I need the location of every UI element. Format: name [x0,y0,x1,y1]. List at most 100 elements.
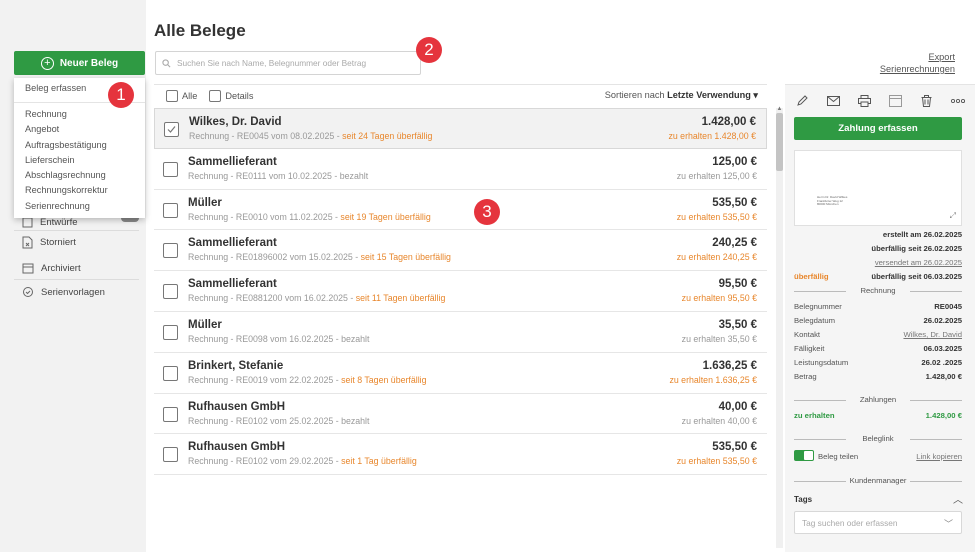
row-checkbox[interactable] [163,324,178,340]
row-checkbox[interactable] [163,406,178,422]
dropdown-item-quote[interactable]: Angebot [14,122,145,137]
document-amount: 125,00 € [712,155,757,168]
row-checkbox[interactable] [164,122,179,137]
new-document-button[interactable]: + Neuer Beleg [14,51,145,75]
chevron-up-icon[interactable]: ︿ [953,491,963,506]
receive-value: 1.428,00 € [925,411,962,420]
field-label: Kontakt [794,330,821,339]
select-all-label: Alle [182,90,198,101]
document-row[interactable]: Müller Rechnung - RE0098 vom 16.02.2025 -… [154,312,767,353]
contact-name: Müller [188,318,222,331]
document-row[interactable]: Rufhausen GmbH Rechnung - RE0102 vom 29.0… [154,434,767,476]
document-amount: 1.428,00 € [701,116,756,128]
row-checkbox[interactable] [163,284,178,300]
row-checkbox[interactable] [163,161,178,177]
dropdown-item-credit-note[interactable]: Rechnungskorrektur [14,183,145,198]
search-icon [162,58,171,67]
document-amount: 1.636,25 € [702,359,757,372]
sort-dropdown[interactable]: Sortieren nach Letzte Verwendung ▾ [605,90,758,101]
printer-icon[interactable] [857,94,871,108]
sidebar-item-series-templates[interactable]: Serienvorlagen [22,284,105,300]
section-document-link: Beleglink [794,434,962,444]
document-preview[interactable]: Herrn Dr. David Wilkes Frankfurter Weg 1… [794,150,962,226]
document-status: seit 19 Tagen überfällig [340,211,431,222]
search-placeholder: Suchen Sie nach Name, Belegnummer oder B… [177,58,367,68]
scroll-up-arrow-icon[interactable]: ▲ [776,106,783,112]
mail-icon[interactable] [826,94,840,108]
dropdown-item-invoice[interactable]: Rechnung [14,107,145,122]
receive-label: zu erhalten [794,411,835,420]
contact-name: Sammellieferant [188,155,277,168]
series-invoices-link[interactable]: Serienrechnungen [880,64,955,74]
document-status: bezahlt [341,333,370,344]
dropdown-item-series-invoice[interactable]: Serienrechnung [14,199,145,214]
export-link[interactable]: Export [928,52,955,62]
tag-search-input[interactable]: Tag suchen oder erfassen ﹀ [794,511,962,534]
document-row[interactable]: Brinkert, Stefanie Rechnung - RE0019 vom … [154,353,767,394]
annotation-marker-1: 1 [108,82,134,108]
document-row[interactable]: Rufhausen GmbH Rechnung - RE0102 vom 25.0… [154,394,767,435]
document-amount: 535,50 € [712,196,757,209]
tag-placeholder: Tag suchen oder erfassen [802,517,898,528]
sent-date-link[interactable]: versendet am 26.02.2025 [875,258,962,267]
document-description: Rechnung - RE0102 vom 29.02.2025 - seit … [188,456,417,466]
divider [14,279,139,280]
sidebar-item-archived[interactable]: Archiviert [22,260,81,276]
document-amount: 95,50 € [718,278,757,291]
sidebar-item-label: Serienvorlagen [41,286,105,298]
sidebar-item-cancelled[interactable]: Storniert [22,234,76,250]
details-checkbox[interactable] [209,89,222,102]
preview-line: 80000 München [817,202,839,206]
trash-icon[interactable] [920,94,934,108]
document-row[interactable]: Sammellieferant Rechnung - RE0111 vom 10.… [154,149,767,190]
document-description: Rechnung - RE0102 vom 25.02.2025 - bezah… [188,416,369,426]
more-options-icon[interactable] [950,94,965,108]
pencil-icon[interactable] [795,94,809,108]
expand-icon[interactable]: ⤢ [950,211,956,221]
document-description: Rechnung - RE0881200 vom 16.02.2025 - se… [188,293,445,303]
search-input[interactable]: Suchen Sie nach Name, Belegnummer oder B… [155,51,421,75]
document-row[interactable]: Sammellieferant Rechnung - RE0881200 vom … [154,271,767,312]
new-document-label: Neuer Beleg [59,57,119,69]
share-toggle[interactable] [794,450,814,461]
amount-to-receive: zu erhalten 535,50 € [676,456,757,467]
document-row[interactable]: Wilkes, Dr. David Rechnung - RE0045 vom 0… [154,108,767,149]
document-status: bezahlt [339,170,369,181]
list-scrollbar[interactable]: ▲ [776,106,783,548]
field-label: Leistungsdatum [794,358,849,367]
archive-box-icon [22,263,34,273]
row-checkbox[interactable] [163,202,178,218]
dropdown-item-order-confirmation[interactable]: Auftragsbestätigung [14,138,145,153]
document-status: seit 1 Tag überfällig [341,456,417,467]
dropdown-item-partial-invoice[interactable]: Abschlagsrechnung [14,168,145,183]
contact-name: Brinkert, Stefanie [188,359,284,372]
contact-link[interactable]: Wilkes, Dr. David [903,330,962,339]
document-amount: 535,50 € [712,441,757,454]
details-label: Details [225,90,254,101]
document-info: Rechnung - RE0102 vom 25.02.2025 - [188,415,342,426]
archive-icon[interactable] [889,94,903,108]
document-status: bezahlt [341,415,370,426]
preview-address: Herrn Dr. David Wilkes Frankfurter Weg 1… [817,195,847,207]
document-row[interactable]: Müller Rechnung - RE0010 vom 11.02.2025 -… [154,190,767,231]
row-checkbox[interactable] [163,365,178,381]
amount-to-receive: zu erhalten 535,50 € [676,211,757,222]
checkmark-icon [167,126,176,133]
copy-link-button[interactable]: Link kopieren [916,452,962,461]
detail-toolbar [795,94,965,108]
dropdown-item-delivery-note[interactable]: Lieferschein [14,153,145,168]
row-checkbox[interactable] [163,243,178,259]
field-value: 1.428,00 € [925,372,962,381]
document-description: Rechnung - RE0010 vom 11.02.2025 - seit … [188,212,431,222]
scrollbar-thumb[interactable] [776,113,783,171]
document-row[interactable]: Sammellieferant Rechnung - RE01896002 vom… [154,230,767,272]
row-checkbox[interactable] [163,447,178,463]
amount-to-receive: zu erhalten 95,50 € [681,293,757,304]
select-all-checkbox[interactable] [166,89,178,102]
field-value: RE0045 [934,302,962,311]
record-payment-button[interactable]: Zahlung erfassen [794,117,962,140]
contact-name: Wilkes, Dr. David [189,116,282,128]
document-info: Rechnung - RE0098 vom 16.02.2025 - [188,333,342,344]
document-info: Rechnung - RE0102 vom 29.02.2025 - [188,456,342,467]
contact-name: Rufhausen GmbH [188,400,286,413]
